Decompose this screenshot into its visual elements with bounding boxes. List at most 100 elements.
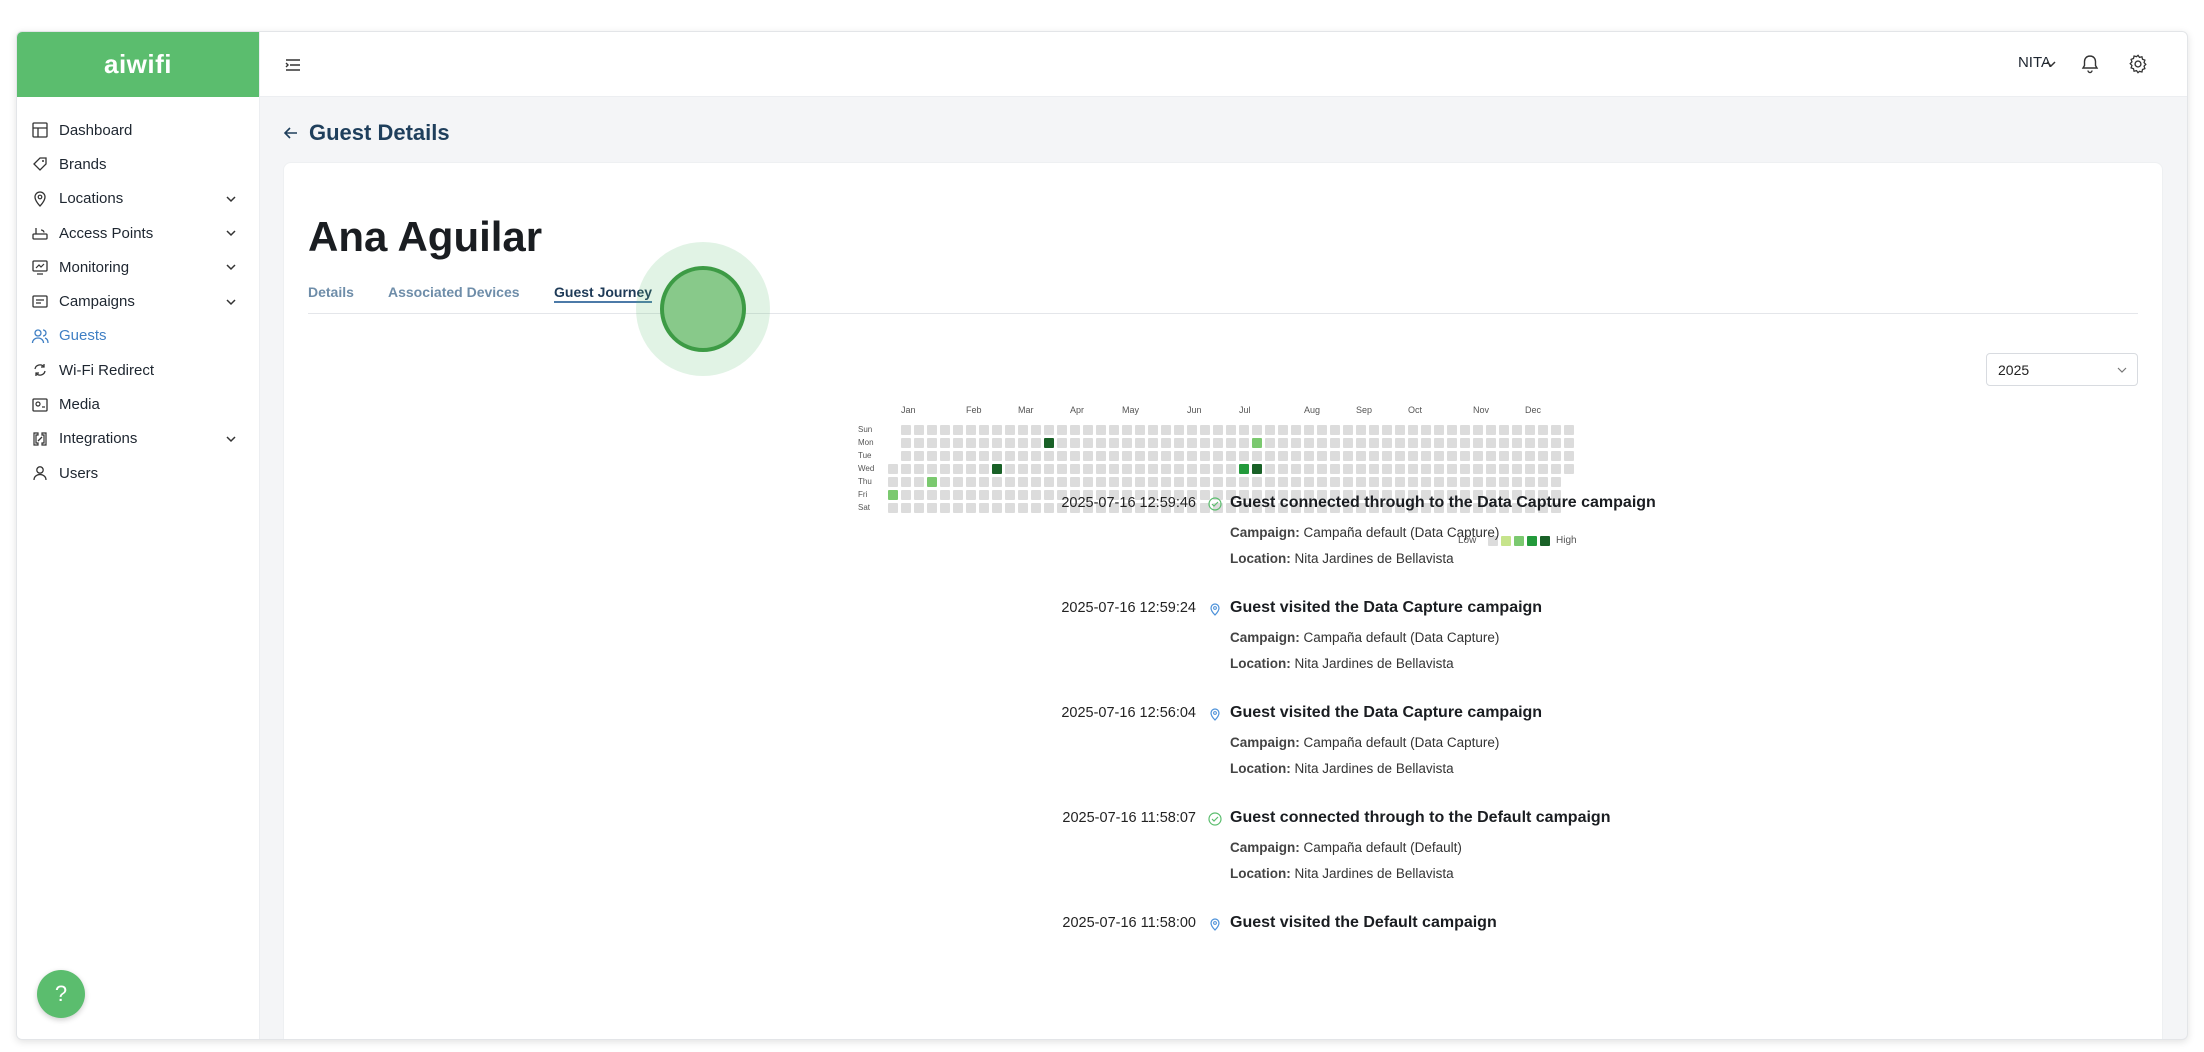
heatmap-day-cell[interactable] <box>1213 438 1223 448</box>
heatmap-day-cell[interactable] <box>1109 464 1119 474</box>
heatmap-day-cell[interactable] <box>1070 464 1080 474</box>
heatmap-day-cell[interactable] <box>1330 464 1340 474</box>
heatmap-day-cell[interactable] <box>1174 425 1184 435</box>
heatmap-day-cell[interactable] <box>1434 477 1444 487</box>
heatmap-day-cell[interactable] <box>1382 451 1392 461</box>
heatmap-day-cell[interactable] <box>1135 451 1145 461</box>
heatmap-day-cell[interactable] <box>1460 438 1470 448</box>
heatmap-day-cell[interactable] <box>1226 438 1236 448</box>
heatmap-day-cell[interactable] <box>940 451 950 461</box>
heatmap-day-cell[interactable] <box>901 490 911 500</box>
heatmap-day-cell[interactable] <box>1200 477 1210 487</box>
heatmap-day-cell[interactable] <box>901 464 911 474</box>
heatmap-day-cell[interactable] <box>1070 477 1080 487</box>
heatmap-day-cell[interactable] <box>1057 451 1067 461</box>
heatmap-day-cell[interactable] <box>1044 438 1054 448</box>
heatmap-day-cell[interactable] <box>1265 464 1275 474</box>
heatmap-day-cell[interactable] <box>1018 425 1028 435</box>
heatmap-day-cell[interactable] <box>953 451 963 461</box>
heatmap-day-cell[interactable] <box>1408 438 1418 448</box>
heatmap-day-cell[interactable] <box>927 438 937 448</box>
heatmap-day-cell[interactable] <box>1135 477 1145 487</box>
sidebar-item-campaigns[interactable]: Campaigns <box>17 284 259 318</box>
heatmap-day-cell[interactable] <box>1525 425 1535 435</box>
heatmap-day-cell[interactable] <box>940 425 950 435</box>
heatmap-day-cell[interactable] <box>953 425 963 435</box>
heatmap-day-cell[interactable] <box>1512 464 1522 474</box>
heatmap-day-cell[interactable] <box>1512 451 1522 461</box>
heatmap-day-cell[interactable] <box>1551 425 1561 435</box>
heatmap-day-cell[interactable] <box>914 464 924 474</box>
heatmap-day-cell[interactable] <box>1109 477 1119 487</box>
heatmap-day-cell[interactable] <box>966 464 976 474</box>
heatmap-day-cell[interactable] <box>1278 477 1288 487</box>
heatmap-day-cell[interactable] <box>1161 425 1171 435</box>
heatmap-day-cell[interactable] <box>1486 425 1496 435</box>
heatmap-day-cell[interactable] <box>1525 438 1535 448</box>
heatmap-day-cell[interactable] <box>888 464 898 474</box>
heatmap-day-cell[interactable] <box>966 425 976 435</box>
heatmap-day-cell[interactable] <box>953 438 963 448</box>
heatmap-day-cell[interactable] <box>1447 464 1457 474</box>
heatmap-day-cell[interactable] <box>1343 425 1353 435</box>
heatmap-day-cell[interactable] <box>1239 477 1249 487</box>
heatmap-day-cell[interactable] <box>1005 451 1015 461</box>
heatmap-day-cell[interactable] <box>901 477 911 487</box>
heatmap-day-cell[interactable] <box>940 464 950 474</box>
heatmap-day-cell[interactable] <box>1551 477 1561 487</box>
heatmap-day-cell[interactable] <box>1265 438 1275 448</box>
heatmap-day-cell[interactable] <box>1174 438 1184 448</box>
heatmap-day-cell[interactable] <box>1499 425 1509 435</box>
heatmap-day-cell[interactable] <box>1044 425 1054 435</box>
heatmap-day-cell[interactable] <box>1499 451 1509 461</box>
heatmap-day-cell[interactable] <box>979 451 989 461</box>
heatmap-day-cell[interactable] <box>1200 438 1210 448</box>
heatmap-day-cell[interactable] <box>1252 438 1262 448</box>
heatmap-day-cell[interactable] <box>1083 477 1093 487</box>
heatmap-day-cell[interactable] <box>914 477 924 487</box>
heatmap-day-cell[interactable] <box>1317 464 1327 474</box>
heatmap-day-cell[interactable] <box>1538 477 1548 487</box>
heatmap-day-cell[interactable] <box>1135 464 1145 474</box>
heatmap-day-cell[interactable] <box>1057 425 1067 435</box>
heatmap-day-cell[interactable] <box>901 425 911 435</box>
heatmap-day-cell[interactable] <box>1421 451 1431 461</box>
heatmap-day-cell[interactable] <box>1083 425 1093 435</box>
sidebar-item-integrations[interactable]: Integrations <box>17 422 259 456</box>
heatmap-day-cell[interactable] <box>1525 477 1535 487</box>
heatmap-day-cell[interactable] <box>1291 438 1301 448</box>
heatmap-day-cell[interactable] <box>888 490 898 500</box>
logo[interactable]: aiwifi <box>17 32 259 97</box>
sidebar-item-brands[interactable]: Brands <box>17 147 259 181</box>
heatmap-day-cell[interactable] <box>1434 451 1444 461</box>
heatmap-day-cell[interactable] <box>1187 464 1197 474</box>
heatmap-day-cell[interactable] <box>1148 425 1158 435</box>
heatmap-day-cell[interactable] <box>1343 451 1353 461</box>
heatmap-day-cell[interactable] <box>1499 464 1509 474</box>
heatmap-day-cell[interactable] <box>1031 438 1041 448</box>
heatmap-day-cell[interactable] <box>966 477 976 487</box>
heatmap-day-cell[interactable] <box>1070 425 1080 435</box>
heatmap-day-cell[interactable] <box>940 438 950 448</box>
heatmap-day-cell[interactable] <box>1252 464 1262 474</box>
heatmap-day-cell[interactable] <box>1421 477 1431 487</box>
heatmap-day-cell[interactable] <box>1317 477 1327 487</box>
heatmap-day-cell[interactable] <box>1278 464 1288 474</box>
heatmap-day-cell[interactable] <box>1278 425 1288 435</box>
sidebar-item-wi-fi-redirect[interactable]: Wi-Fi Redirect <box>17 353 259 387</box>
heatmap-day-cell[interactable] <box>966 438 976 448</box>
heatmap-day-cell[interactable] <box>1096 451 1106 461</box>
heatmap-day-cell[interactable] <box>1161 451 1171 461</box>
heatmap-day-cell[interactable] <box>927 477 937 487</box>
heatmap-day-cell[interactable] <box>1369 425 1379 435</box>
heatmap-day-cell[interactable] <box>1096 438 1106 448</box>
heatmap-day-cell[interactable] <box>1434 438 1444 448</box>
heatmap-day-cell[interactable] <box>1031 477 1041 487</box>
heatmap-day-cell[interactable] <box>1031 451 1041 461</box>
heatmap-day-cell[interactable] <box>1083 451 1093 461</box>
heatmap-day-cell[interactable] <box>1057 464 1067 474</box>
heatmap-day-cell[interactable] <box>1330 438 1340 448</box>
heatmap-day-cell[interactable] <box>1200 425 1210 435</box>
heatmap-day-cell[interactable] <box>901 451 911 461</box>
heatmap-day-cell[interactable] <box>1174 451 1184 461</box>
